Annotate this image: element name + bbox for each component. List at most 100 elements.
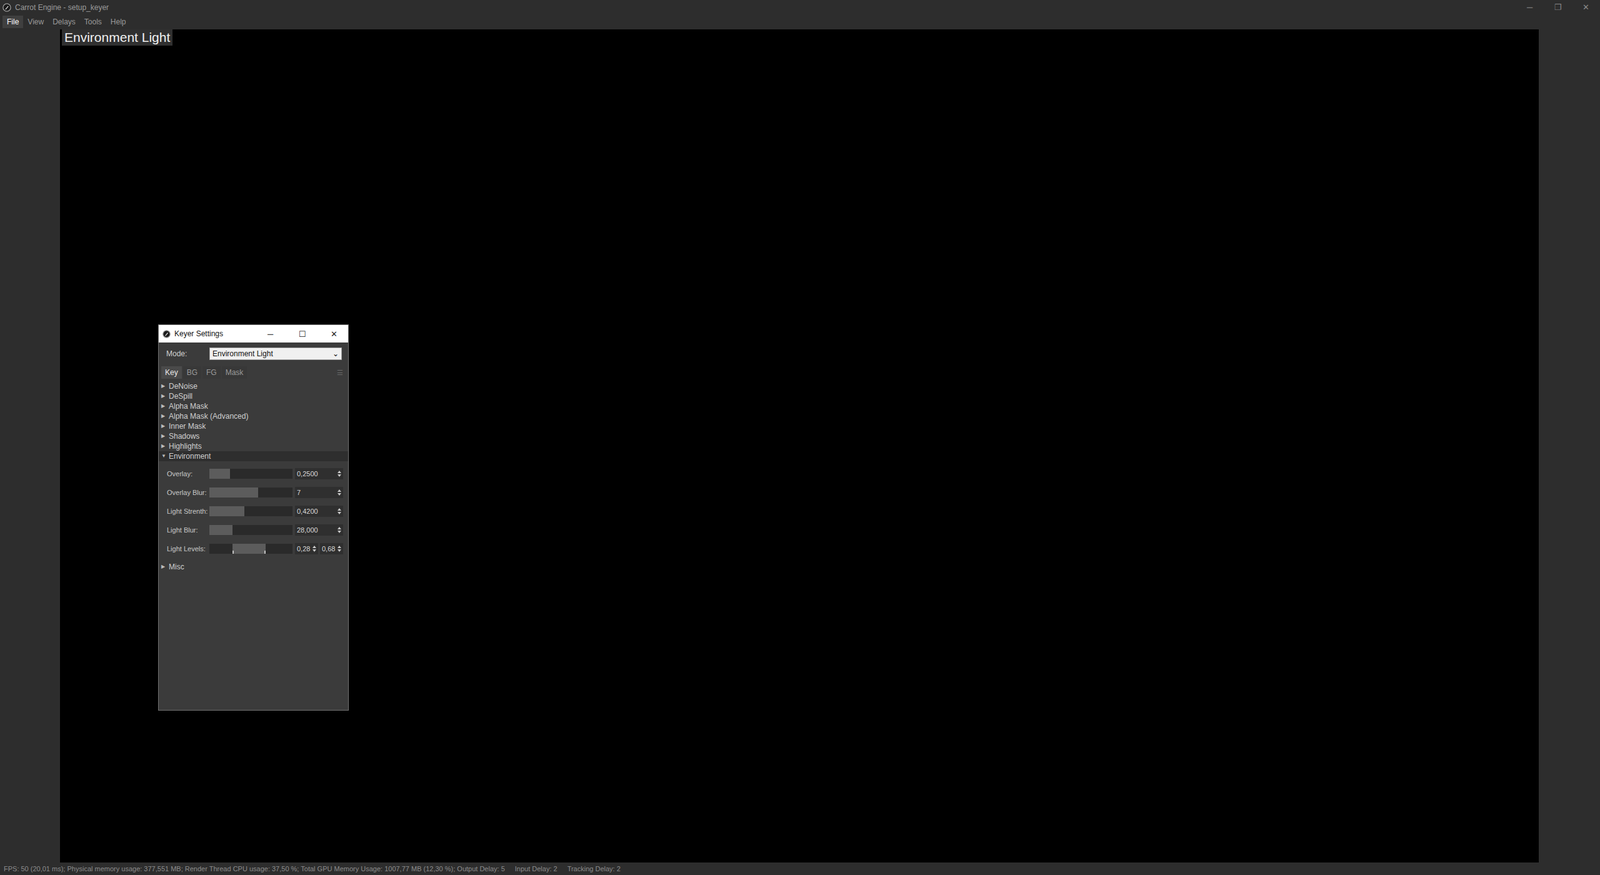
param-label: Light Blur: [166,526,210,534]
expand-arrow-icon: ▶ [161,431,167,442]
param-row: Light Levels: 0,280,68 [158,539,349,559]
value-group: 0,2500 [292,468,344,480]
section: ▶Misc [158,561,349,572]
section: ▶DeNoise [158,381,349,392]
range-high-handle[interactable] [264,550,266,554]
section: ▼Environment Overlay: 0,2500 Overlay Blur: 7… [158,451,349,562]
section: ▶Alpha Mask [158,401,349,412]
expand-arrow-icon: ▶ [161,381,167,392]
tab[interactable]: Mask [221,366,248,379]
param-label: Overlay Blur: [166,488,210,497]
param-label: Overlay: [166,470,210,478]
value-group: 7 [292,486,344,499]
section-header[interactable]: ▶Alpha Mask [158,401,349,412]
section-header[interactable]: ▶Shadows [158,431,349,442]
section-list: ▶DeNoise▶DeSpill▶Alpha Mask▶Alpha Mask (… [158,380,349,572]
mode-dropdown[interactable]: Environment Light⌄ [209,347,342,360]
status-bar: FPS: 50 (20,01 ms); Physical memory usag… [0,862,1600,875]
section: ▶Shadows [158,431,349,442]
expand-arrow-icon: ▶ [161,411,167,422]
expand-arrow-icon: ▶ [161,561,167,572]
param-row: Overlay Blur: 7 [158,483,349,502]
spinner-icon[interactable] [337,508,342,515]
slider[interactable] [209,525,293,535]
section-header[interactable]: ▶DeNoise [158,381,349,392]
section-header[interactable]: ▶DeSpill [158,391,349,402]
value-group: 0,280,68 [292,543,344,555]
section: ▶Inner Mask [158,421,349,432]
menu-item[interactable]: View [23,15,49,29]
title-bar: Carrot Engine - setup_keyer─❐✕ [0,0,1600,15]
range-fill [232,543,266,554]
keyer-title-bar[interactable]: Keyer Settings─☐✕ [158,325,349,343]
spinner-icon[interactable] [337,526,342,534]
section-header[interactable]: ▶Highlights [158,441,349,452]
value-field[interactable]: 28,000 [295,524,344,536]
carrot-logo-icon [2,3,12,12]
keyer-control-button[interactable]: ─ [256,325,285,343]
spinner-icon[interactable] [312,545,317,552]
param-row: Overlay: 0,2500 [158,464,349,484]
slider-fill [209,525,233,535]
keyer-title: Keyer Settings [174,329,253,339]
tab[interactable]: FG [202,366,221,379]
dropdown-arrow-icon: ⌄ [332,349,339,359]
expand-arrow-icon: ▶ [161,391,167,402]
spinner-icon[interactable] [337,489,342,496]
expand-arrow-icon: ▶ [161,401,167,412]
tab-bar: KeyBGFGMask ☰ [158,365,349,380]
slider[interactable] [209,468,293,479]
app-window: Carrot Engine - setup_keyer─❐✕FileViewDe… [0,0,1600,875]
section: ▶Alpha Mask (Advanced) [158,411,349,422]
slider[interactable] [209,487,293,498]
menu-item[interactable]: Delays [48,15,80,29]
value-group: 0,4200 [292,505,344,517]
value-field[interactable]: 0,4200 [295,505,344,517]
tab[interactable]: Key [161,366,182,379]
spinner-icon[interactable] [337,470,342,477]
param-list: Overlay: 0,2500 Overlay Blur: 7 Light Strent… [158,461,349,562]
section: ▶Highlights [158,441,349,452]
spinner-icon[interactable] [337,545,342,552]
range-low-handle[interactable] [232,550,234,554]
param-row: Light Strenth: 0,4200 [158,501,349,521]
expand-arrow-icon: ▼ [161,451,167,462]
slider-fill [209,468,230,479]
status-item: FPS: 50 (20,01 ms); Physical memory usag… [3,865,505,873]
param-label: Light Levels: [166,545,210,553]
menu-item[interactable]: Help [106,15,131,29]
value-group: 28,000 [292,524,344,536]
section: ▶DeSpill [158,391,349,402]
value-field[interactable]: 7 [295,486,344,499]
slider-fill [209,487,259,498]
status-item: Tracking Delay: 2 [567,865,621,873]
window-control-button[interactable]: ❐ [1543,0,1572,15]
section-header[interactable]: ▶Misc [158,561,349,572]
range-slider[interactable] [209,543,293,554]
section-header[interactable]: ▼Environment [158,451,349,462]
mode-row: Mode:Environment Light⌄ [158,342,349,365]
section-header[interactable]: ▶Alpha Mask (Advanced) [158,411,349,422]
slider-fill [209,506,245,517]
keyer-control-button[interactable]: ☐ [288,325,317,343]
param-label: Light Strenth: [166,507,210,515]
window-controls: ─❐✕ [1515,0,1600,15]
keyer-logo-icon [162,330,171,339]
section-header[interactable]: ▶Inner Mask [158,421,349,432]
window-control-button[interactable]: ─ [1515,0,1544,15]
slider[interactable] [209,506,293,517]
window-control-button[interactable]: ✕ [1571,0,1600,15]
tabs-menu-icon[interactable]: ☰ [336,368,346,377]
keyer-control-button[interactable]: ✕ [320,325,349,343]
menu-item[interactable]: File [2,15,24,29]
expand-arrow-icon: ▶ [161,421,167,432]
value-field[interactable]: 0,2500 [295,468,344,480]
tab[interactable]: BG [183,366,202,379]
expand-arrow-icon: ▶ [161,441,167,452]
keyer-settings-window: Keyer Settings─☐✕Mode:Environment Light⌄… [158,324,349,711]
window-title: Carrot Engine - setup_keyer [15,3,1512,12]
value-field[interactable]: 0,68 [320,543,344,555]
value-field[interactable]: 0,28 [295,543,319,555]
menu-item[interactable]: Tools [80,15,107,29]
viewport-label: Environment Light [61,29,173,46]
